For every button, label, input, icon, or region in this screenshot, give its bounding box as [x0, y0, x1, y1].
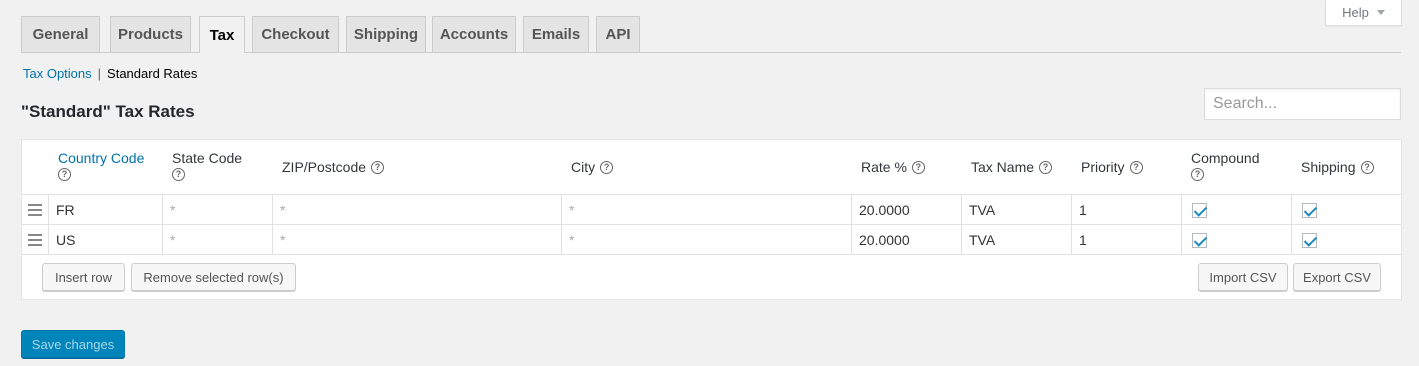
- column-country-code-label: Country Code: [58, 150, 145, 166]
- standard-rates-current: Standard Rates: [107, 66, 198, 81]
- insert-row-button[interactable]: Insert row: [42, 263, 125, 291]
- column-city: City ?: [571, 159, 614, 175]
- table-row[interactable]: FR * * * 20.0000 TVA 1: [22, 195, 1401, 225]
- tab-general[interactable]: General: [21, 16, 100, 52]
- country-code-cell[interactable]: US: [48, 225, 162, 255]
- column-shipping: Shipping ?: [1301, 159, 1374, 175]
- state-code-cell[interactable]: *: [162, 225, 272, 255]
- shipping-cell: [1291, 195, 1402, 225]
- tax-options-link[interactable]: Tax Options: [23, 66, 92, 81]
- help-tip-icon: ?: [1129, 160, 1143, 174]
- help-tip-icon: ?: [172, 168, 185, 181]
- help-tip-icon: ?: [1360, 160, 1374, 174]
- column-tax-name-label: Tax Name: [971, 159, 1035, 175]
- zip-cell[interactable]: *: [272, 225, 561, 255]
- import-csv-button[interactable]: Import CSV: [1198, 263, 1288, 291]
- tax-subnav: Tax Options | Standard Rates: [23, 66, 197, 81]
- column-state-code-label: State Code: [172, 150, 243, 166]
- tab-shipping[interactable]: Shipping: [346, 16, 426, 52]
- column-zip: ZIP/Postcode ?: [282, 159, 385, 175]
- column-rate: Rate % ?: [861, 159, 925, 175]
- help-tip-icon: ?: [1191, 168, 1204, 181]
- tax-name-cell[interactable]: TVA: [961, 225, 1071, 255]
- table-header: Country Code ? State Code ? ZIP/Postcode…: [22, 140, 1401, 195]
- help-tip-icon: ?: [1039, 160, 1053, 174]
- shipping-cell: [1291, 225, 1402, 255]
- priority-cell[interactable]: 1: [1071, 195, 1181, 225]
- help-tip-icon: ?: [600, 160, 614, 174]
- compound-checkbox[interactable]: [1192, 232, 1207, 248]
- tab-api[interactable]: API: [596, 16, 640, 52]
- compound-checkbox[interactable]: [1192, 202, 1207, 218]
- column-state-code: State Code ?: [172, 150, 242, 181]
- tab-tax[interactable]: Tax: [199, 16, 245, 53]
- tab-checkout[interactable]: Checkout: [252, 16, 339, 52]
- tab-accounts[interactable]: Accounts: [432, 16, 516, 52]
- help-tip-icon: ?: [58, 168, 71, 181]
- drag-handle-icon[interactable]: [28, 204, 42, 216]
- export-csv-button[interactable]: Export CSV: [1293, 263, 1381, 291]
- rate-cell[interactable]: 20.0000: [851, 195, 961, 225]
- help-tip-icon: ?: [911, 160, 925, 174]
- help-tip-icon: ?: [371, 160, 385, 174]
- compound-cell: [1181, 195, 1291, 225]
- rate-cell[interactable]: 20.0000: [851, 225, 961, 255]
- city-cell[interactable]: *: [561, 225, 851, 255]
- tab-products[interactable]: Products: [110, 16, 191, 52]
- tab-emails[interactable]: Emails: [523, 16, 589, 52]
- column-zip-label: ZIP/Postcode: [282, 159, 367, 175]
- shipping-checkbox[interactable]: [1302, 202, 1317, 218]
- column-priority: Priority ?: [1081, 159, 1143, 175]
- settings-tabs: General Products Tax Checkout Shipping A…: [21, 16, 1401, 53]
- zip-cell[interactable]: *: [272, 195, 561, 225]
- column-priority-label: Priority: [1081, 159, 1125, 175]
- column-shipping-label: Shipping: [1301, 159, 1356, 175]
- column-compound: Compound ?: [1191, 150, 1260, 181]
- column-rate-label: Rate %: [861, 159, 907, 175]
- save-changes-button[interactable]: Save changes: [21, 330, 125, 358]
- drag-handle-icon[interactable]: [28, 234, 42, 246]
- page-title: "Standard" Tax Rates: [21, 102, 195, 121]
- remove-selected-rows-button[interactable]: Remove selected row(s): [131, 263, 296, 291]
- table-row[interactable]: US * * * 20.0000 TVA 1: [22, 225, 1401, 255]
- column-compound-label: Compound: [1191, 150, 1260, 166]
- priority-cell[interactable]: 1: [1071, 225, 1181, 255]
- chevron-down-icon: [1376, 10, 1385, 15]
- shipping-checkbox[interactable]: [1302, 232, 1317, 248]
- tax-name-cell[interactable]: TVA: [961, 195, 1071, 225]
- subnav-separator: |: [97, 66, 102, 81]
- city-cell[interactable]: *: [561, 195, 851, 225]
- country-code-cell[interactable]: FR: [48, 195, 162, 225]
- compound-cell: [1181, 225, 1291, 255]
- search-input[interactable]: [1204, 88, 1401, 120]
- column-city-label: City: [571, 159, 596, 175]
- column-country-code[interactable]: Country Code ?: [58, 150, 144, 181]
- column-tax-name: Tax Name ?: [971, 159, 1053, 175]
- state-code-cell[interactable]: *: [162, 195, 272, 225]
